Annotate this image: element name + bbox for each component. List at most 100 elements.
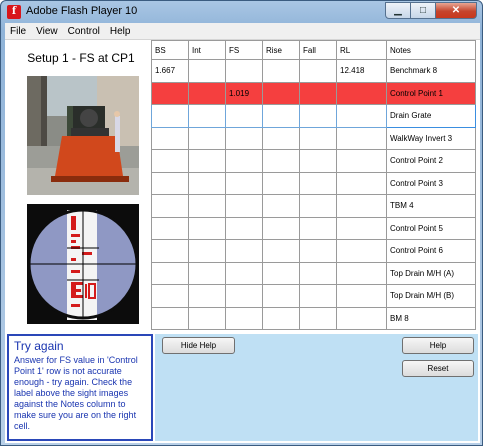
table-cell[interactable] — [299, 126, 337, 150]
table-cell[interactable] — [151, 149, 189, 173]
table-cell[interactable] — [188, 261, 226, 285]
table-cell[interactable] — [151, 171, 189, 195]
menu-control[interactable]: Control — [63, 26, 105, 37]
table-cell[interactable] — [225, 126, 263, 150]
table-cell[interactable] — [299, 59, 337, 83]
table-cell[interactable] — [336, 81, 387, 105]
minimize-button[interactable]: ▁ — [385, 2, 411, 19]
table-cell[interactable] — [299, 81, 337, 105]
table-cell[interactable] — [188, 104, 226, 128]
menu-file[interactable]: File — [5, 26, 31, 37]
table-cell[interactable] — [336, 261, 387, 285]
table-cell[interactable] — [188, 59, 226, 83]
table-cell[interactable] — [151, 284, 189, 308]
table-cell[interactable] — [299, 306, 337, 330]
table-row: Drain Grate — [151, 104, 476, 128]
table-cell[interactable] — [151, 194, 189, 218]
table-cell[interactable]: TBM 4 — [386, 194, 476, 218]
table-cell[interactable] — [225, 104, 263, 128]
table-cell[interactable]: Drain Grate — [386, 104, 476, 128]
table-cell[interactable] — [336, 149, 387, 173]
reset-button[interactable]: Reset — [402, 360, 474, 377]
table-cell[interactable] — [336, 216, 387, 240]
table-cell[interactable] — [188, 306, 226, 330]
table-cell[interactable] — [336, 306, 387, 330]
table-cell[interactable] — [299, 171, 337, 195]
table-cell[interactable] — [299, 194, 337, 218]
table-cell[interactable] — [188, 284, 226, 308]
table-cell[interactable]: Control Point 6 — [386, 239, 476, 263]
table-cell[interactable] — [262, 59, 300, 83]
table-cell[interactable]: 1.019 — [225, 81, 263, 105]
table-cell[interactable] — [299, 261, 337, 285]
help-button[interactable]: Help — [402, 337, 474, 354]
table-cell[interactable] — [151, 104, 189, 128]
table-cell[interactable] — [151, 126, 189, 150]
title-bar[interactable]: f Adobe Flash Player 10 ▁ □ ✕ — [1, 1, 482, 23]
table-cell[interactable] — [262, 194, 300, 218]
menu-view[interactable]: View — [31, 26, 63, 37]
table-cell[interactable] — [225, 261, 263, 285]
table-cell[interactable]: Control Point 1 — [386, 81, 476, 105]
table-cell[interactable] — [225, 59, 263, 83]
table-cell[interactable] — [262, 239, 300, 263]
table-cell[interactable] — [225, 149, 263, 173]
table-cell[interactable]: Top Drain M/H (A) — [386, 261, 476, 285]
table-cell[interactable]: Control Point 3 — [386, 171, 476, 195]
maximize-button[interactable]: □ — [410, 2, 436, 19]
table-cell[interactable] — [151, 261, 189, 285]
column-header-fall: Fall — [299, 40, 337, 60]
table-cell[interactable] — [262, 306, 300, 330]
table-cell[interactable] — [336, 194, 387, 218]
table-cell[interactable] — [225, 171, 263, 195]
table-cell[interactable]: Control Point 2 — [386, 149, 476, 173]
table-cell[interactable]: 12.418 — [336, 59, 387, 83]
table-cell[interactable]: BM 8 — [386, 306, 476, 330]
table-cell[interactable] — [188, 149, 226, 173]
table-cell[interactable] — [336, 239, 387, 263]
table-cell[interactable] — [225, 216, 263, 240]
table-cell[interactable] — [188, 126, 226, 150]
table-row: Top Drain M/H (B) — [151, 284, 476, 308]
table-cell[interactable]: Benchmark 8 — [386, 59, 476, 83]
table-cell[interactable]: Control Point 5 — [386, 216, 476, 240]
table-cell[interactable] — [151, 239, 189, 263]
close-button[interactable]: ✕ — [435, 2, 477, 19]
menu-bar: File View Control Help — [5, 23, 480, 40]
table-cell[interactable] — [336, 104, 387, 128]
table-cell[interactable] — [262, 216, 300, 240]
menu-help[interactable]: Help — [105, 26, 136, 37]
table-row: WalkWay Invert 3 — [151, 126, 476, 150]
table-cell[interactable] — [262, 149, 300, 173]
table-cell[interactable] — [299, 239, 337, 263]
table-cell[interactable] — [188, 194, 226, 218]
hide-help-button[interactable]: Hide Help — [162, 337, 235, 354]
table-cell[interactable] — [299, 149, 337, 173]
table-cell[interactable] — [262, 81, 300, 105]
table-cell[interactable] — [262, 261, 300, 285]
table-cell[interactable] — [299, 284, 337, 308]
table-cell[interactable] — [188, 81, 226, 105]
table-cell[interactable] — [299, 104, 337, 128]
table-cell[interactable] — [225, 284, 263, 308]
table-cell[interactable] — [336, 171, 387, 195]
table-cell[interactable]: Top Drain M/H (B) — [386, 284, 476, 308]
table-cell[interactable]: 1.667 — [151, 59, 189, 83]
table-cell[interactable]: WalkWay Invert 3 — [386, 126, 476, 150]
table-cell[interactable] — [151, 306, 189, 330]
table-cell[interactable] — [262, 284, 300, 308]
table-cell[interactable] — [262, 104, 300, 128]
table-cell[interactable] — [336, 284, 387, 308]
table-cell[interactable] — [188, 171, 226, 195]
table-cell[interactable] — [188, 216, 226, 240]
table-cell[interactable] — [225, 306, 263, 330]
table-cell[interactable] — [151, 216, 189, 240]
table-cell[interactable] — [188, 239, 226, 263]
table-cell[interactable] — [225, 239, 263, 263]
table-cell[interactable] — [151, 81, 189, 105]
table-cell[interactable] — [262, 126, 300, 150]
table-cell[interactable] — [336, 126, 387, 150]
table-cell[interactable] — [262, 171, 300, 195]
table-cell[interactable] — [225, 194, 263, 218]
table-cell[interactable] — [299, 216, 337, 240]
